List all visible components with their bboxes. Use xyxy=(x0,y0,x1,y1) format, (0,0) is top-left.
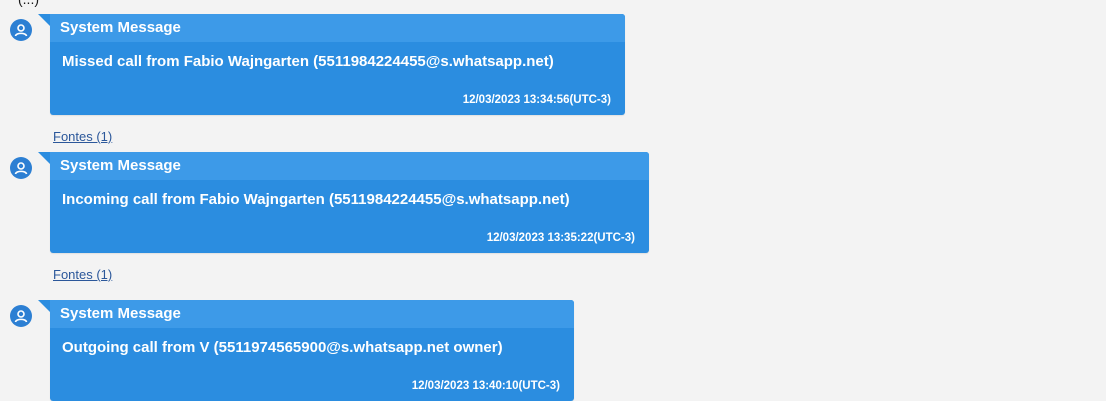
message-bubble[interactable]: System Message Incoming call from Fabio … xyxy=(38,152,649,253)
message-text: Incoming call from Fabio Wajngarten (551… xyxy=(62,191,570,208)
message-timestamp: 12/03/2023 13:40:10(UTC-3) xyxy=(411,380,560,392)
sources-link[interactable]: Fontes (1) xyxy=(53,267,112,282)
truncated-previous-text: (...) xyxy=(18,0,39,7)
message-text: Outgoing call from V (5511974565900@s.wh… xyxy=(62,339,503,356)
message-title: System Message xyxy=(50,152,649,180)
bubble-tail xyxy=(38,14,50,26)
bubble-tail xyxy=(38,152,50,164)
message-timestamp: 12/03/2023 13:34:56(UTC-3) xyxy=(462,94,611,106)
message-text: Missed call from Fabio Wajngarten (55119… xyxy=(62,53,554,70)
sources-link[interactable]: Fontes (1) xyxy=(53,129,112,144)
user-avatar-icon[interactable] xyxy=(10,157,32,179)
user-avatar-icon[interactable] xyxy=(10,19,32,41)
message-title: System Message xyxy=(50,300,574,328)
bubble-tail xyxy=(38,300,50,312)
message-timestamp: 12/03/2023 13:35:22(UTC-3) xyxy=(486,232,635,244)
message-bubble[interactable]: System Message Missed call from Fabio Wa… xyxy=(38,14,625,115)
user-avatar-icon[interactable] xyxy=(10,305,32,327)
message-bubble[interactable]: System Message Outgoing call from V (551… xyxy=(38,300,574,401)
message-title: System Message xyxy=(50,14,625,42)
